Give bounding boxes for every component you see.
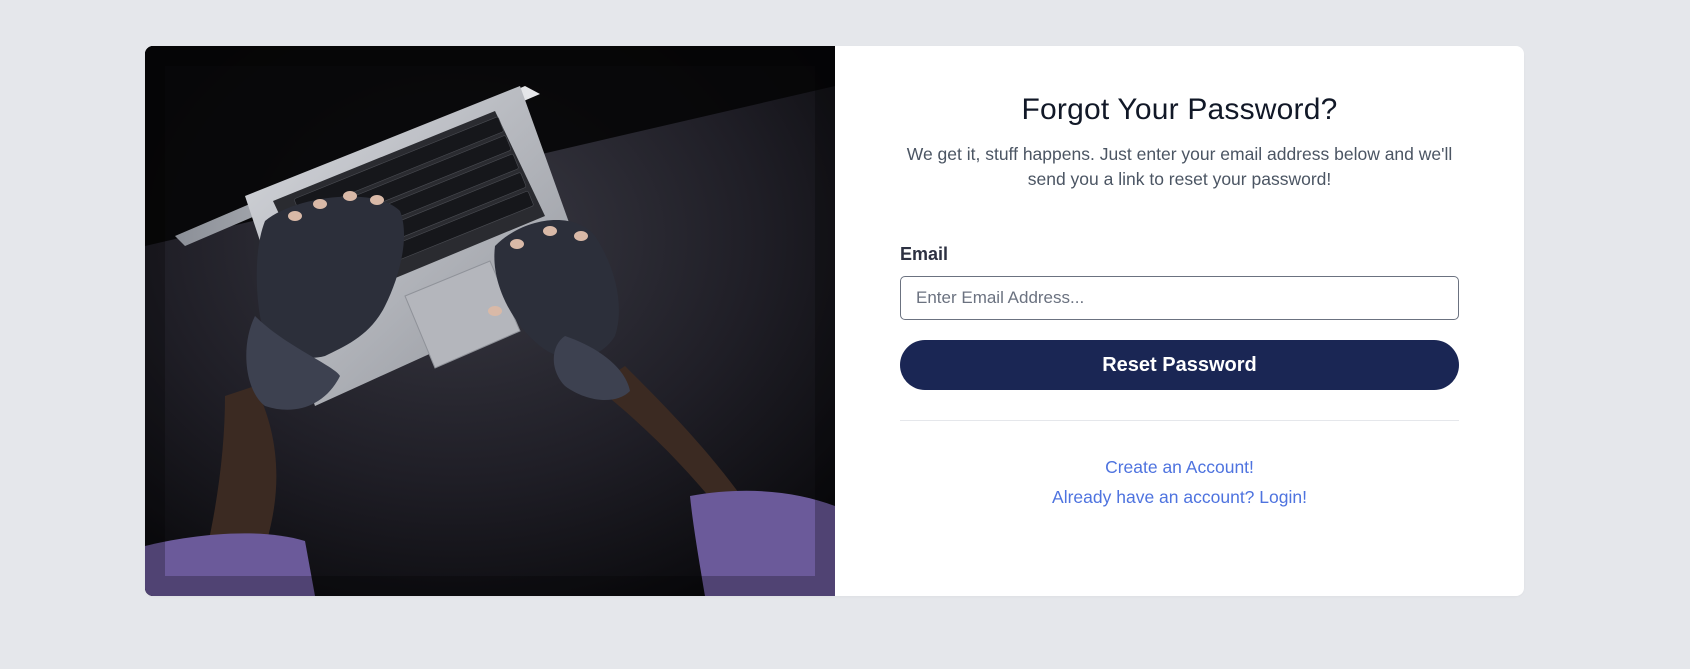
email-label: Email [900, 244, 949, 264]
forgot-password-card: Forgot Your Password? We get it, stuff h… [145, 46, 1524, 596]
login-link[interactable]: Already have an account? Login! [900, 487, 1459, 508]
forgot-password-form-pane: Forgot Your Password? We get it, stuff h… [835, 46, 1524, 596]
reset-password-button[interactable]: Reset Password [900, 340, 1459, 390]
divider [900, 420, 1459, 421]
create-account-link[interactable]: Create an Account! [900, 457, 1459, 478]
hands-typing-on-laptop-image [145, 46, 835, 596]
page-title: Forgot Your Password? [1021, 93, 1338, 126]
page-subtitle: We get it, stuff happens. Just enter you… [906, 144, 1453, 189]
email-field[interactable] [900, 276, 1459, 320]
